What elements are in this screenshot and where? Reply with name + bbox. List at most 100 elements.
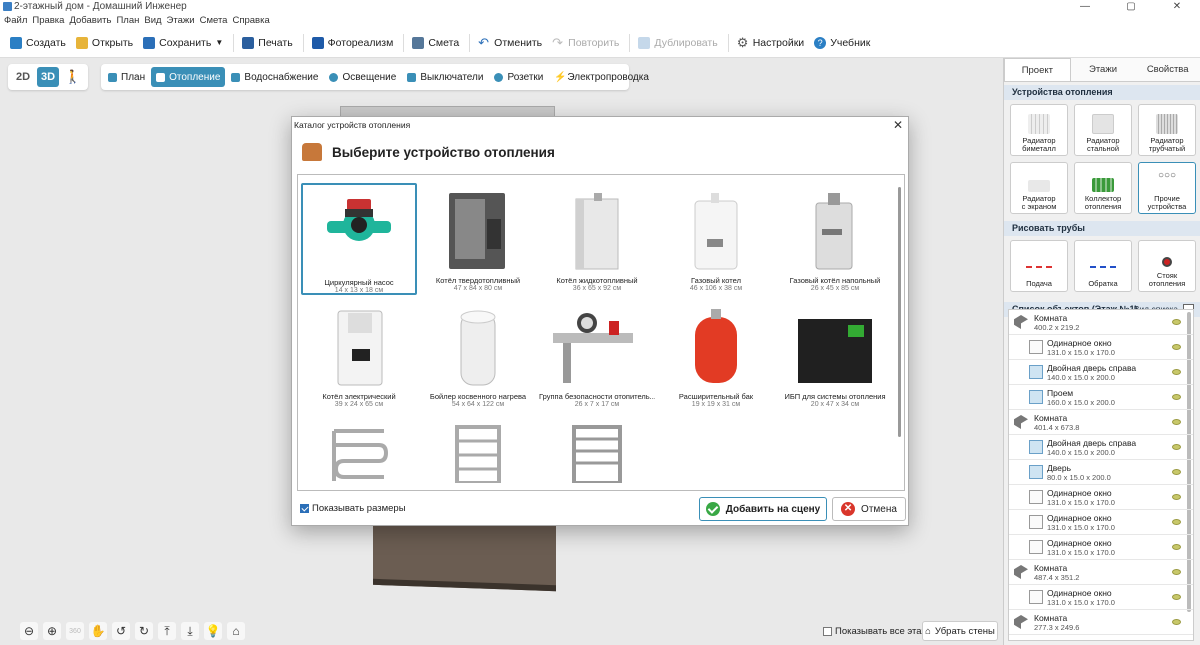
object-list-item[interactable]: Одинарное окно 131.0 x 15.0 x 170.0 bbox=[1009, 585, 1193, 610]
menu-estimate[interactable]: Смета bbox=[196, 14, 228, 28]
catalog-item[interactable]: Котёл электрический 39 x 24 x 65 см bbox=[301, 299, 417, 411]
visibility-eye-icon[interactable] bbox=[1172, 344, 1181, 350]
zoom-in-icon[interactable]: ⊕ bbox=[43, 622, 61, 640]
object-list-item[interactable]: Двойная дверь справа 140.0 x 15.0 x 200.0 bbox=[1009, 360, 1193, 385]
object-list-item[interactable]: Двойная дверь справа 140.0 x 15.0 x 200.0 bbox=[1009, 435, 1193, 460]
mode-wiring[interactable]: ⚡ Электропроводка bbox=[549, 67, 654, 87]
light-bulb-icon[interactable]: 💡 bbox=[204, 622, 222, 640]
menu-view[interactable]: Вид bbox=[140, 14, 161, 28]
catalog-item[interactable]: Котёл жидкотопливный 36 x 65 x 92 см bbox=[539, 183, 655, 295]
catalog-item[interactable] bbox=[420, 415, 536, 490]
save-button[interactable]: Сохранить ▼ bbox=[139, 32, 227, 54]
pipe-riser[interactable]: Стояк отопления bbox=[1138, 240, 1196, 292]
catalog-item[interactable]: Группа безопасности отопитель... 26 x 7 x… bbox=[539, 299, 655, 411]
menu-add[interactable]: Добавить bbox=[65, 14, 111, 28]
visibility-eye-icon[interactable] bbox=[1172, 394, 1181, 400]
create-button[interactable]: Создать bbox=[6, 32, 70, 54]
catalog-item[interactable]: Газовый котёл напольный 26 x 45 x 85 см bbox=[777, 183, 893, 295]
print-button[interactable]: Печать bbox=[238, 32, 296, 54]
menu-help[interactable]: Справка bbox=[228, 14, 269, 28]
object-list-item[interactable]: Одинарное окно 131.0 x 15.0 x 170.0 bbox=[1009, 535, 1193, 560]
tab-floors[interactable]: Этажи bbox=[1071, 58, 1136, 81]
catalog-item[interactable]: Бойлер косвенного нагрева 54 x 64 x 122 с… bbox=[420, 299, 536, 411]
minimize-button[interactable]: — bbox=[1062, 0, 1108, 14]
menu-edit[interactable]: Правка bbox=[28, 14, 64, 28]
settings-button[interactable]: ⚙ Настройки bbox=[733, 32, 809, 54]
pan-hand-icon[interactable]: ✋ bbox=[89, 622, 107, 640]
home-icon[interactable]: ⌂ bbox=[227, 622, 245, 640]
tilt-down-icon[interactable]: ⤓ bbox=[181, 622, 199, 640]
tab-properties[interactable]: Свойства bbox=[1135, 58, 1200, 81]
close-window-button[interactable]: ✕ bbox=[1154, 0, 1200, 14]
mode-sockets[interactable]: Розетки bbox=[489, 67, 548, 87]
catalog-item[interactable] bbox=[301, 415, 417, 490]
visibility-eye-icon[interactable] bbox=[1172, 319, 1181, 325]
visibility-eye-icon[interactable] bbox=[1172, 444, 1181, 450]
object-list-item[interactable]: Одинарное окно 131.0 x 15.0 x 170.0 bbox=[1009, 335, 1193, 360]
mode-heating[interactable]: Отопление bbox=[151, 67, 226, 87]
redo-button[interactable]: ↷ Повторить bbox=[548, 32, 623, 54]
object-list-item[interactable]: Комната 277.3 x 249.6 bbox=[1009, 610, 1193, 635]
catalog-item[interactable]: Котёл твердотопливный 47 x 84 x 80 см bbox=[420, 183, 536, 295]
visibility-eye-icon[interactable] bbox=[1172, 494, 1181, 500]
visibility-eye-icon[interactable] bbox=[1172, 469, 1181, 475]
house-model-bottom[interactable] bbox=[373, 516, 556, 592]
show-all-floors-checkbox[interactable] bbox=[823, 627, 832, 636]
catalog-item[interactable]: Расширительный бак 19 x 19 x 31 см bbox=[658, 299, 774, 411]
device-radiator-steel[interactable]: Радиатор стальной bbox=[1074, 104, 1132, 156]
show-sizes-checkbox[interactable] bbox=[300, 504, 309, 513]
remove-walls-button[interactable]: ⌂ Убрать стены bbox=[922, 621, 998, 641]
pipe-return[interactable]: Обратка bbox=[1074, 240, 1132, 292]
visibility-eye-icon[interactable] bbox=[1172, 369, 1181, 375]
photorealism-button[interactable]: Фотореализм bbox=[308, 32, 398, 54]
tab-project[interactable]: Проект bbox=[1004, 58, 1071, 81]
zoom-out-icon[interactable]: ⊖ bbox=[20, 622, 38, 640]
menu-floors[interactable]: Этажи bbox=[163, 14, 195, 28]
catalog-item[interactable]: Газовый котел 46 x 106 x 38 см bbox=[658, 183, 774, 295]
rotate-right-icon[interactable]: ↻ bbox=[135, 622, 153, 640]
object-list[interactable]: Комната 400.2 x 219.2 Одинарное окно 131.0 … bbox=[1008, 309, 1194, 641]
visibility-eye-icon[interactable] bbox=[1172, 569, 1181, 575]
duplicate-button[interactable]: Дублировать bbox=[634, 32, 721, 54]
cancel-button[interactable]: ✕ Отмена bbox=[832, 497, 906, 521]
view-3d-button[interactable]: 3D bbox=[37, 67, 59, 87]
catalog-item[interactable] bbox=[539, 415, 655, 490]
device-manifold[interactable]: Коллектор отопления bbox=[1074, 162, 1132, 214]
catalog-item[interactable]: Циркулярный насос 14 x 13 x 18 см bbox=[301, 183, 417, 295]
device-radiator-bimetal[interactable]: Радиатор биметалл bbox=[1010, 104, 1068, 156]
maximize-button[interactable]: ▢ bbox=[1108, 0, 1154, 14]
mode-lighting[interactable]: Освещение bbox=[324, 67, 401, 87]
catalog-item[interactable]: ИБП для системы отопления 20 x 47 x 34 см bbox=[777, 299, 893, 411]
object-list-item[interactable]: Комната 401.4 x 673.8 bbox=[1009, 410, 1193, 435]
show-sizes-toggle[interactable]: Показывать размеры bbox=[300, 503, 406, 514]
mode-plan[interactable]: План bbox=[103, 67, 150, 87]
device-radiator-tubular[interactable]: Радиатор трубчатый bbox=[1138, 104, 1196, 156]
menu-file[interactable]: Файл bbox=[0, 14, 27, 28]
object-list-item[interactable]: Проем 160.0 x 15.0 x 200.0 bbox=[1009, 385, 1193, 410]
object-list-item[interactable]: Комната 487.4 x 351.2 bbox=[1009, 560, 1193, 585]
rotate-360-icon[interactable]: 360 bbox=[66, 622, 84, 640]
undo-button[interactable]: ↶ Отменить bbox=[474, 32, 546, 54]
pipe-supply[interactable]: Подача bbox=[1010, 240, 1068, 292]
visibility-eye-icon[interactable] bbox=[1172, 619, 1181, 625]
device-radiator-screen[interactable]: Радиатор с экраном bbox=[1010, 162, 1068, 214]
object-list-item[interactable]: Одинарное окно 131.0 x 15.0 x 170.0 bbox=[1009, 485, 1193, 510]
tutorial-button[interactable]: ? Учебник bbox=[810, 32, 874, 54]
view-2d-button[interactable]: 2D bbox=[12, 67, 34, 87]
object-list-item[interactable]: Одинарное окно 131.0 x 15.0 x 170.0 bbox=[1009, 510, 1193, 535]
mode-water[interactable]: Водоснабжение bbox=[226, 67, 323, 87]
object-list-item[interactable]: Комната 400.2 x 219.2 bbox=[1009, 310, 1193, 335]
catalog-scrollbar[interactable] bbox=[898, 187, 901, 437]
device-other[interactable]: ○○○ Прочие устройства bbox=[1138, 162, 1196, 214]
visibility-eye-icon[interactable] bbox=[1172, 544, 1181, 550]
walk-mode-button[interactable]: 🚶 bbox=[62, 67, 84, 87]
visibility-eye-icon[interactable] bbox=[1172, 419, 1181, 425]
chevron-down-icon[interactable]: ▼ bbox=[215, 38, 223, 47]
menu-plan[interactable]: План bbox=[112, 14, 139, 28]
rotate-left-icon[interactable]: ↺ bbox=[112, 622, 130, 640]
visibility-eye-icon[interactable] bbox=[1172, 594, 1181, 600]
estimate-button[interactable]: Смета bbox=[408, 32, 463, 54]
show-all-floors-toggle[interactable]: Показывать все этажи bbox=[823, 626, 933, 637]
add-to-scene-button[interactable]: Добавить на сцену bbox=[699, 497, 827, 521]
tilt-up-icon[interactable]: ⤒ bbox=[158, 622, 176, 640]
